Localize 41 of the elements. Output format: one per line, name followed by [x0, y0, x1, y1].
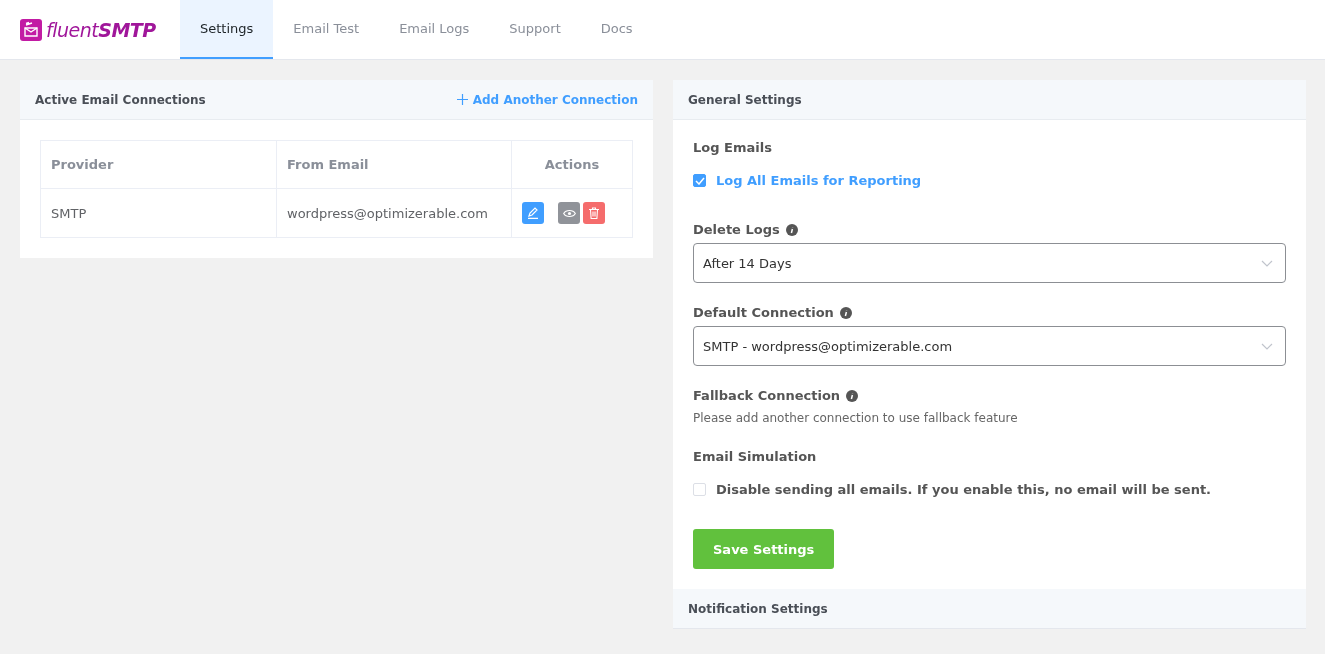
help-text: Please add another connection to use fallback feature	[693, 411, 1018, 425]
nav-tab[interactable]: Settings	[180, 0, 274, 59]
notification-settings-header[interactable]: Notification Settings	[673, 589, 1306, 629]
chevron-down-icon	[1261, 259, 1273, 267]
nav-tab[interactable]: Email Test	[273, 0, 380, 59]
pencil-icon	[527, 207, 539, 219]
info-icon	[785, 223, 798, 236]
table-cell: wordpress@optimizerable.com	[276, 188, 512, 238]
select-field[interactable]: After 14 Days	[693, 243, 1286, 283]
table-cell: SMTP	[40, 188, 277, 238]
envelope-logo-icon	[20, 18, 42, 41]
field-label: Default Connection	[693, 305, 834, 320]
delete-button[interactable]	[583, 202, 605, 224]
select-field[interactable]: SMTP - wordpress@optimizerable.com	[693, 326, 1286, 366]
nav-tab[interactable]: Docs	[580, 0, 653, 59]
trash-icon	[589, 207, 599, 219]
column-header: Actions	[511, 140, 633, 189]
view-button[interactable]	[558, 202, 580, 224]
nav-tab[interactable]: Email Logs	[379, 0, 490, 59]
field-label: Fallback Connection	[693, 388, 841, 403]
field-label: Delete Logs	[693, 222, 780, 237]
logo-text: fluentSMTP	[46, 18, 156, 41]
save-settings-button[interactable]: Save Settings	[693, 529, 835, 569]
eye-icon	[562, 208, 576, 218]
field-label: Log Emails	[693, 140, 772, 155]
card-title: Notification Settings	[688, 601, 828, 616]
field-label: Email Simulation	[693, 449, 817, 464]
checkbox-label: Disable sending all emails. If you enable this, no email will be sent.	[716, 482, 1212, 497]
nav-tab[interactable]: Support	[489, 0, 581, 59]
column-header: From Email	[276, 140, 512, 189]
checkbox-label: Log All Emails for Reporting	[716, 173, 922, 188]
checkbox[interactable]	[693, 174, 706, 187]
edit-button[interactable]	[522, 202, 544, 224]
card-title: Active Email Connections	[35, 92, 206, 107]
chevron-down-icon	[1261, 342, 1273, 350]
card-title: General Settings	[688, 92, 802, 107]
info-icon	[846, 389, 859, 402]
info-icon	[839, 306, 852, 319]
plus-icon	[456, 94, 468, 105]
column-header: Provider	[40, 140, 277, 189]
add-connection-link[interactable]: Add Another Connection	[456, 92, 638, 107]
